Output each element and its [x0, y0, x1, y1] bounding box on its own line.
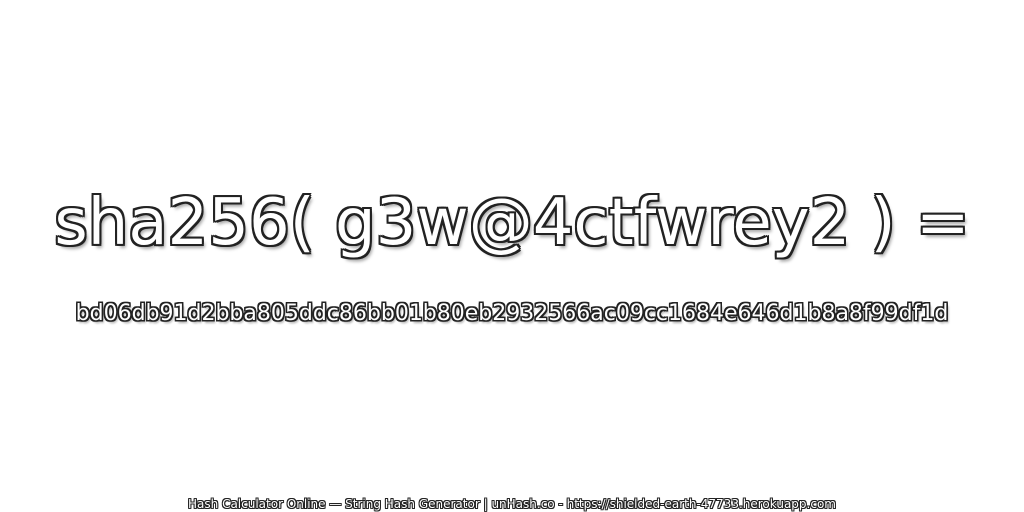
hash-expression: sha256( g3w@4ctfwrey2 ) =	[54, 186, 970, 260]
footer-credit: Hash Calculator Online — String Hash Gen…	[188, 497, 836, 511]
hash-result: bd06db91d2bba805ddc86bb01b80eb2932566ac0…	[75, 301, 949, 326]
hash-image-canvas: sha256( g3w@4ctfwrey2 ) = bd06db91d2bba8…	[0, 0, 1024, 512]
